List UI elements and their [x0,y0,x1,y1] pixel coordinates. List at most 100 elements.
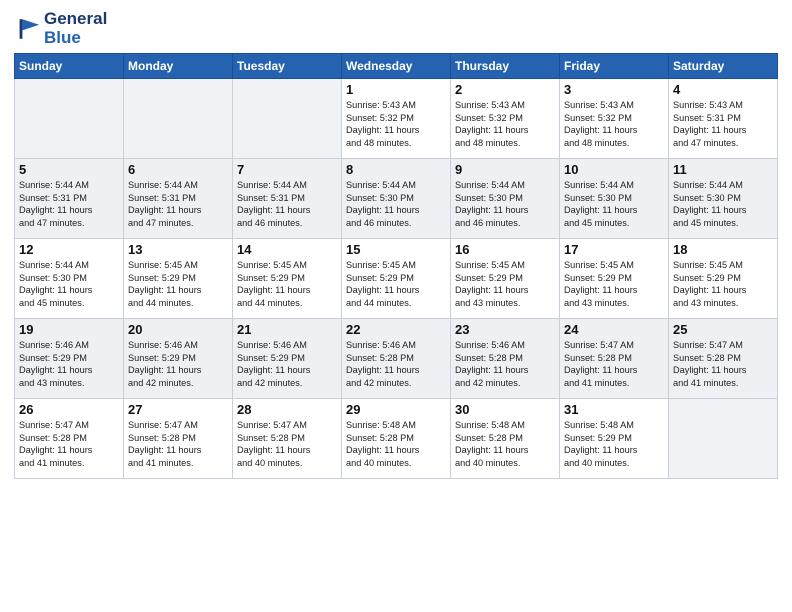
day-info: Sunrise: 5:47 AM Sunset: 5:28 PM Dayligh… [673,339,773,389]
day-cell: 19 Sunrise: 5:46 AM Sunset: 5:29 PM Dayli… [15,319,124,399]
day-info: Sunrise: 5:47 AM Sunset: 5:28 PM Dayligh… [237,419,337,469]
day-info: Sunrise: 5:44 AM Sunset: 5:31 PM Dayligh… [128,179,228,229]
day-info: Sunrise: 5:45 AM Sunset: 5:29 PM Dayligh… [564,259,664,309]
day-cell: 16 Sunrise: 5:45 AM Sunset: 5:29 PM Dayli… [451,239,560,319]
day-info: Sunrise: 5:45 AM Sunset: 5:29 PM Dayligh… [455,259,555,309]
day-cell: 15 Sunrise: 5:45 AM Sunset: 5:29 PM Dayli… [342,239,451,319]
day-cell [669,399,778,479]
day-number: 11 [673,162,773,177]
day-number: 20 [128,322,228,337]
calendar-week-row: 12Sunrise: 5:44 AM Sunset: 5:30 PM Dayli… [15,239,778,319]
day-cell: 9 Sunrise: 5:44 AM Sunset: 5:30 PM Daylig… [451,159,560,239]
calendar-week-row: 19 Sunrise: 5:46 AM Sunset: 5:29 PM Dayli… [15,319,778,399]
day-info: Sunrise: 5:44 AM Sunset: 5:30 PM Dayligh… [455,179,555,229]
day-cell: 18 Sunrise: 5:45 AM Sunset: 5:29 PM Dayli… [669,239,778,319]
day-cell: 14Sunrise: 5:45 AM Sunset: 5:29 PM Dayli… [233,239,342,319]
day-number: 2 [455,82,555,97]
day-cell: 3 Sunrise: 5:43 AM Sunset: 5:32 PM Daylig… [560,79,669,159]
day-info: Sunrise: 5:43 AM Sunset: 5:32 PM Dayligh… [455,99,555,149]
day-header-thursday: Thursday [451,54,560,79]
day-info: Sunrise: 5:46 AM Sunset: 5:28 PM Dayligh… [455,339,555,389]
day-number: 15 [346,242,446,257]
day-number: 1 [346,82,446,97]
day-number: 7 [237,162,337,177]
day-info: Sunrise: 5:43 AM Sunset: 5:32 PM Dayligh… [564,99,664,149]
day-number: 5 [19,162,119,177]
day-info: Sunrise: 5:44 AM Sunset: 5:30 PM Dayligh… [564,179,664,229]
day-number: 8 [346,162,446,177]
day-info: Sunrise: 5:45 AM Sunset: 5:29 PM Dayligh… [673,259,773,309]
day-cell: 25 Sunrise: 5:47 AM Sunset: 5:28 PM Dayli… [669,319,778,399]
day-cell: 28 Sunrise: 5:47 AM Sunset: 5:28 PM Dayli… [233,399,342,479]
day-cell: 7 Sunrise: 5:44 AM Sunset: 5:31 PM Daylig… [233,159,342,239]
calendar-table: SundayMondayTuesdayWednesdayThursdayFrid… [14,53,778,479]
day-header-monday: Monday [124,54,233,79]
day-info: Sunrise: 5:46 AM Sunset: 5:29 PM Dayligh… [128,339,228,389]
day-info: Sunrise: 5:46 AM Sunset: 5:29 PM Dayligh… [237,339,337,389]
day-cell: 8 Sunrise: 5:44 AM Sunset: 5:30 PM Daylig… [342,159,451,239]
day-header-saturday: Saturday [669,54,778,79]
day-number: 6 [128,162,228,177]
header: General Blue [14,10,778,47]
day-info: Sunrise: 5:47 AM Sunset: 5:28 PM Dayligh… [128,419,228,469]
day-number: 16 [455,242,555,257]
day-cell [124,79,233,159]
day-info: Sunrise: 5:46 AM Sunset: 5:29 PM Dayligh… [19,339,119,389]
day-number: 17 [564,242,664,257]
day-cell: 17 Sunrise: 5:45 AM Sunset: 5:29 PM Dayli… [560,239,669,319]
day-number: 14 [237,242,337,257]
day-cell: 22Sunrise: 5:46 AM Sunset: 5:28 PM Dayli… [342,319,451,399]
day-cell: 21 Sunrise: 5:46 AM Sunset: 5:29 PM Dayli… [233,319,342,399]
day-number: 24 [564,322,664,337]
day-number: 22 [346,322,446,337]
day-info: Sunrise: 5:44 AM Sunset: 5:31 PM Dayligh… [19,179,119,229]
day-number: 3 [564,82,664,97]
day-cell: 5 Sunrise: 5:44 AM Sunset: 5:31 PM Daylig… [15,159,124,239]
day-info: Sunrise: 5:48 AM Sunset: 5:28 PM Dayligh… [346,419,446,469]
day-info: Sunrise: 5:48 AM Sunset: 5:28 PM Dayligh… [455,419,555,469]
day-info: Sunrise: 5:43 AM Sunset: 5:31 PM Dayligh… [673,99,773,149]
day-info: Sunrise: 5:47 AM Sunset: 5:28 PM Dayligh… [19,419,119,469]
calendar-week-row: 5 Sunrise: 5:44 AM Sunset: 5:31 PM Daylig… [15,159,778,239]
day-cell: 12Sunrise: 5:44 AM Sunset: 5:30 PM Dayli… [15,239,124,319]
calendar-week-row: 1 Sunrise: 5:43 AM Sunset: 5:32 PM Daylig… [15,79,778,159]
day-info: Sunrise: 5:45 AM Sunset: 5:29 PM Dayligh… [346,259,446,309]
day-number: 27 [128,402,228,417]
day-info: Sunrise: 5:45 AM Sunset: 5:29 PM Dayligh… [128,259,228,309]
day-cell: 11 Sunrise: 5:44 AM Sunset: 5:30 PM Dayli… [669,159,778,239]
day-cell: 27 Sunrise: 5:47 AM Sunset: 5:28 PM Dayli… [124,399,233,479]
day-info: Sunrise: 5:48 AM Sunset: 5:29 PM Dayligh… [564,419,664,469]
day-cell: 20 Sunrise: 5:46 AM Sunset: 5:29 PM Dayli… [124,319,233,399]
day-cell: 23Sunrise: 5:46 AM Sunset: 5:28 PM Dayli… [451,319,560,399]
day-info: Sunrise: 5:44 AM Sunset: 5:30 PM Dayligh… [19,259,119,309]
day-info: Sunrise: 5:44 AM Sunset: 5:30 PM Dayligh… [346,179,446,229]
day-cell: 24 Sunrise: 5:47 AM Sunset: 5:28 PM Dayli… [560,319,669,399]
day-header-sunday: Sunday [15,54,124,79]
day-number: 9 [455,162,555,177]
day-info: Sunrise: 5:47 AM Sunset: 5:28 PM Dayligh… [564,339,664,389]
calendar-week-row: 26 Sunrise: 5:47 AM Sunset: 5:28 PM Dayli… [15,399,778,479]
day-number: 18 [673,242,773,257]
day-info: Sunrise: 5:43 AM Sunset: 5:32 PM Dayligh… [346,99,446,149]
day-info: Sunrise: 5:44 AM Sunset: 5:30 PM Dayligh… [673,179,773,229]
day-cell: 2 Sunrise: 5:43 AM Sunset: 5:32 PM Daylig… [451,79,560,159]
day-number: 21 [237,322,337,337]
day-header-tuesday: Tuesday [233,54,342,79]
day-number: 28 [237,402,337,417]
day-number: 10 [564,162,664,177]
day-info: Sunrise: 5:44 AM Sunset: 5:31 PM Dayligh… [237,179,337,229]
day-number: 31 [564,402,664,417]
day-header-friday: Friday [560,54,669,79]
day-number: 19 [19,322,119,337]
day-cell: 30Sunrise: 5:48 AM Sunset: 5:28 PM Dayli… [451,399,560,479]
logo: General Blue [14,10,107,47]
day-cell: 31 Sunrise: 5:48 AM Sunset: 5:29 PM Dayli… [560,399,669,479]
day-number: 26 [19,402,119,417]
day-number: 25 [673,322,773,337]
day-cell: 4Sunrise: 5:43 AM Sunset: 5:31 PM Daylig… [669,79,778,159]
day-cell: 1 Sunrise: 5:43 AM Sunset: 5:32 PM Daylig… [342,79,451,159]
day-cell: 10 Sunrise: 5:44 AM Sunset: 5:30 PM Dayli… [560,159,669,239]
day-cell: 13Sunrise: 5:45 AM Sunset: 5:29 PM Dayli… [124,239,233,319]
day-number: 29 [346,402,446,417]
day-cell: 6 Sunrise: 5:44 AM Sunset: 5:31 PM Daylig… [124,159,233,239]
